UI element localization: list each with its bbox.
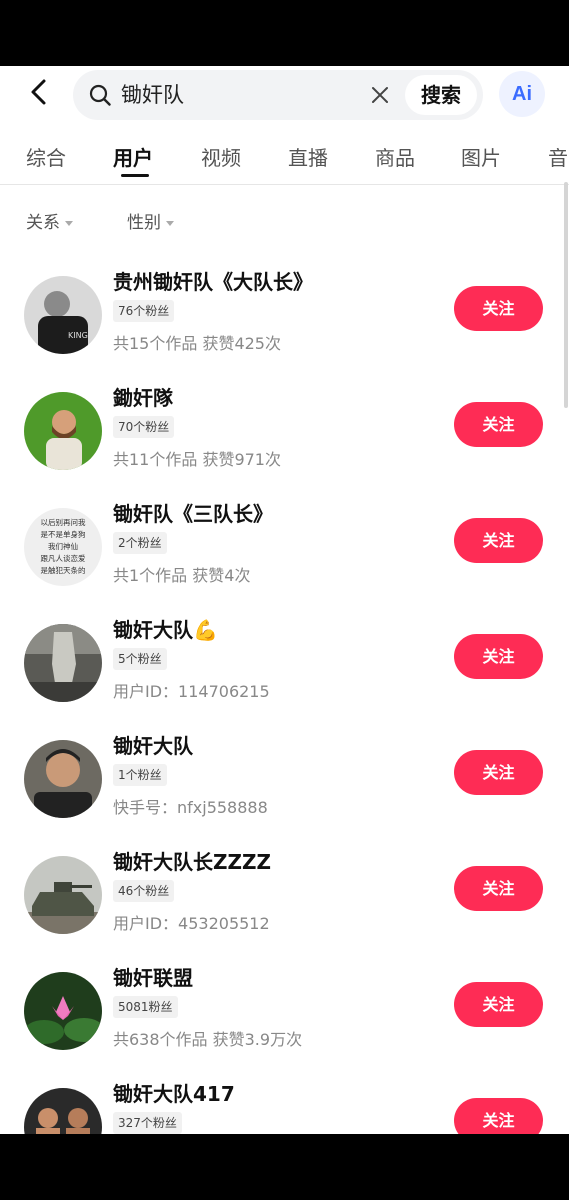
user-list-item[interactable]: 锄奸大队 1个粉丝 快手号：nfxj558888 关注: [0, 726, 569, 842]
user-meta: 共11个作品 获赞971次: [113, 450, 281, 469]
fans-badge: 327个粉丝: [113, 1112, 182, 1134]
divider: [0, 184, 569, 185]
user-list-item[interactable]: 锄奸大队💪 5个粉丝 用户ID：114706215 关注: [0, 610, 569, 726]
follow-button[interactable]: 关注: [454, 750, 543, 795]
avatar[interactable]: [24, 624, 102, 702]
fans-badge: 76个粉丝: [113, 300, 175, 322]
user-list-item[interactable]: 以后别再问我 是不是单身狗 我们神仙 跟凡人谈恋爱 是触犯天条的 锄奸队《三队长…: [0, 494, 569, 610]
filter-label: 关系: [26, 213, 60, 233]
user-list-item[interactable]: 鋤奸隊 70个粉丝 共11个作品 获赞971次 关注: [0, 378, 569, 494]
avatar-text-line: 以后别再问我: [41, 517, 86, 527]
user-list-item[interactable]: 锄奸大队417 327个粉丝 关注: [0, 1074, 569, 1134]
follow-button[interactable]: 关注: [454, 518, 543, 563]
user-name: 锄奸联盟: [113, 966, 193, 990]
avatar-text-line: 是触犯天条的: [41, 565, 86, 575]
fans-badge: 1个粉丝: [113, 764, 167, 786]
avatar-text-line: 是不是单身狗: [41, 529, 86, 539]
filter-gender[interactable]: 性别: [127, 208, 174, 233]
filter-relationship[interactable]: 关系: [26, 208, 73, 233]
user-meta: 共15个作品 获赞425次: [113, 334, 281, 353]
avatar[interactable]: [24, 972, 102, 1050]
search-button[interactable]: 搜索: [405, 75, 477, 115]
tab-bar: 综合 用户 视频 直播 商品 图片 音: [0, 136, 569, 184]
user-name: 锄奸大队417: [113, 1082, 235, 1106]
user-list-item[interactable]: 锄奸大队长ZZZZ 46个粉丝 用户ID：453205512 关注: [0, 842, 569, 958]
active-tab-indicator: [121, 174, 149, 177]
user-meta: 用户ID：453205512: [113, 914, 270, 933]
user-list-item[interactable]: KING 贵州锄奸队《大队长》 76个粉丝 共15个作品 获赞425次 关注: [0, 262, 569, 378]
tab-products[interactable]: 商品: [375, 142, 415, 171]
avatar-text-line: 跟凡人谈恋爱: [41, 553, 86, 563]
ai-assistant-button[interactable]: Ai: [499, 71, 545, 117]
user-name: 锄奸大队💪: [113, 618, 218, 642]
fans-badge: 5个粉丝: [113, 648, 167, 670]
user-list-item[interactable]: 锄奸联盟 5081粉丝 共638个作品 获赞3.9万次 关注: [0, 958, 569, 1074]
user-meta: 共1个作品 获赞4次: [113, 566, 251, 585]
tab-general[interactable]: 综合: [26, 142, 66, 171]
follow-button[interactable]: 关注: [454, 402, 543, 447]
follow-button[interactable]: 关注: [454, 1098, 543, 1134]
fans-badge: 2个粉丝: [113, 532, 167, 554]
follow-button[interactable]: 关注: [454, 866, 543, 911]
user-meta: 用户ID：114706215: [113, 682, 270, 701]
search-icon: [89, 84, 111, 106]
follow-button[interactable]: 关注: [454, 982, 543, 1027]
fans-badge: 46个粉丝: [113, 880, 175, 902]
avatar[interactable]: KING: [24, 276, 102, 354]
follow-button[interactable]: 关注: [454, 634, 543, 679]
search-input[interactable]: 锄奸队: [121, 81, 184, 109]
user-meta: 共638个作品 获赞3.9万次: [113, 1030, 303, 1049]
tab-videos[interactable]: 视频: [201, 142, 241, 171]
avatar[interactable]: [24, 1088, 102, 1134]
user-name: 贵州锄奸队《大队长》: [113, 270, 313, 294]
svg-text:KING: KING: [68, 331, 88, 340]
tab-music[interactable]: 音: [548, 142, 568, 171]
clear-icon[interactable]: [371, 86, 389, 104]
follow-button[interactable]: 关注: [454, 286, 543, 331]
user-name: 锄奸大队: [113, 734, 193, 758]
tab-users[interactable]: 用户: [113, 142, 153, 171]
back-arrow-icon[interactable]: [24, 76, 56, 108]
search-results-screen: 锄奸队 搜索 Ai 综合 用户 视频 直播 商品 图片 音 关系 性别 KING: [0, 66, 569, 1134]
fans-badge: 5081粉丝: [113, 996, 178, 1018]
user-name: 锄奸大队长ZZZZ: [113, 850, 272, 874]
caret-down-icon: [166, 220, 174, 226]
user-meta: 快手号：nfxj558888: [113, 798, 268, 817]
user-name: 锄奸队《三队长》: [113, 502, 273, 526]
filter-label: 性别: [127, 213, 161, 233]
search-box[interactable]: 锄奸队 搜索: [73, 70, 483, 120]
avatar-text-line: 我们神仙: [48, 541, 78, 551]
avatar[interactable]: [24, 392, 102, 470]
caret-down-icon: [65, 220, 73, 226]
user-name: 鋤奸隊: [113, 386, 173, 410]
avatar[interactable]: 以后别再问我 是不是单身狗 我们神仙 跟凡人谈恋爱 是触犯天条的: [24, 508, 102, 586]
tab-live[interactable]: 直播: [288, 142, 328, 171]
avatar[interactable]: [24, 740, 102, 818]
tab-images[interactable]: 图片: [461, 142, 501, 171]
avatar[interactable]: [24, 856, 102, 934]
fans-badge: 70个粉丝: [113, 416, 175, 438]
